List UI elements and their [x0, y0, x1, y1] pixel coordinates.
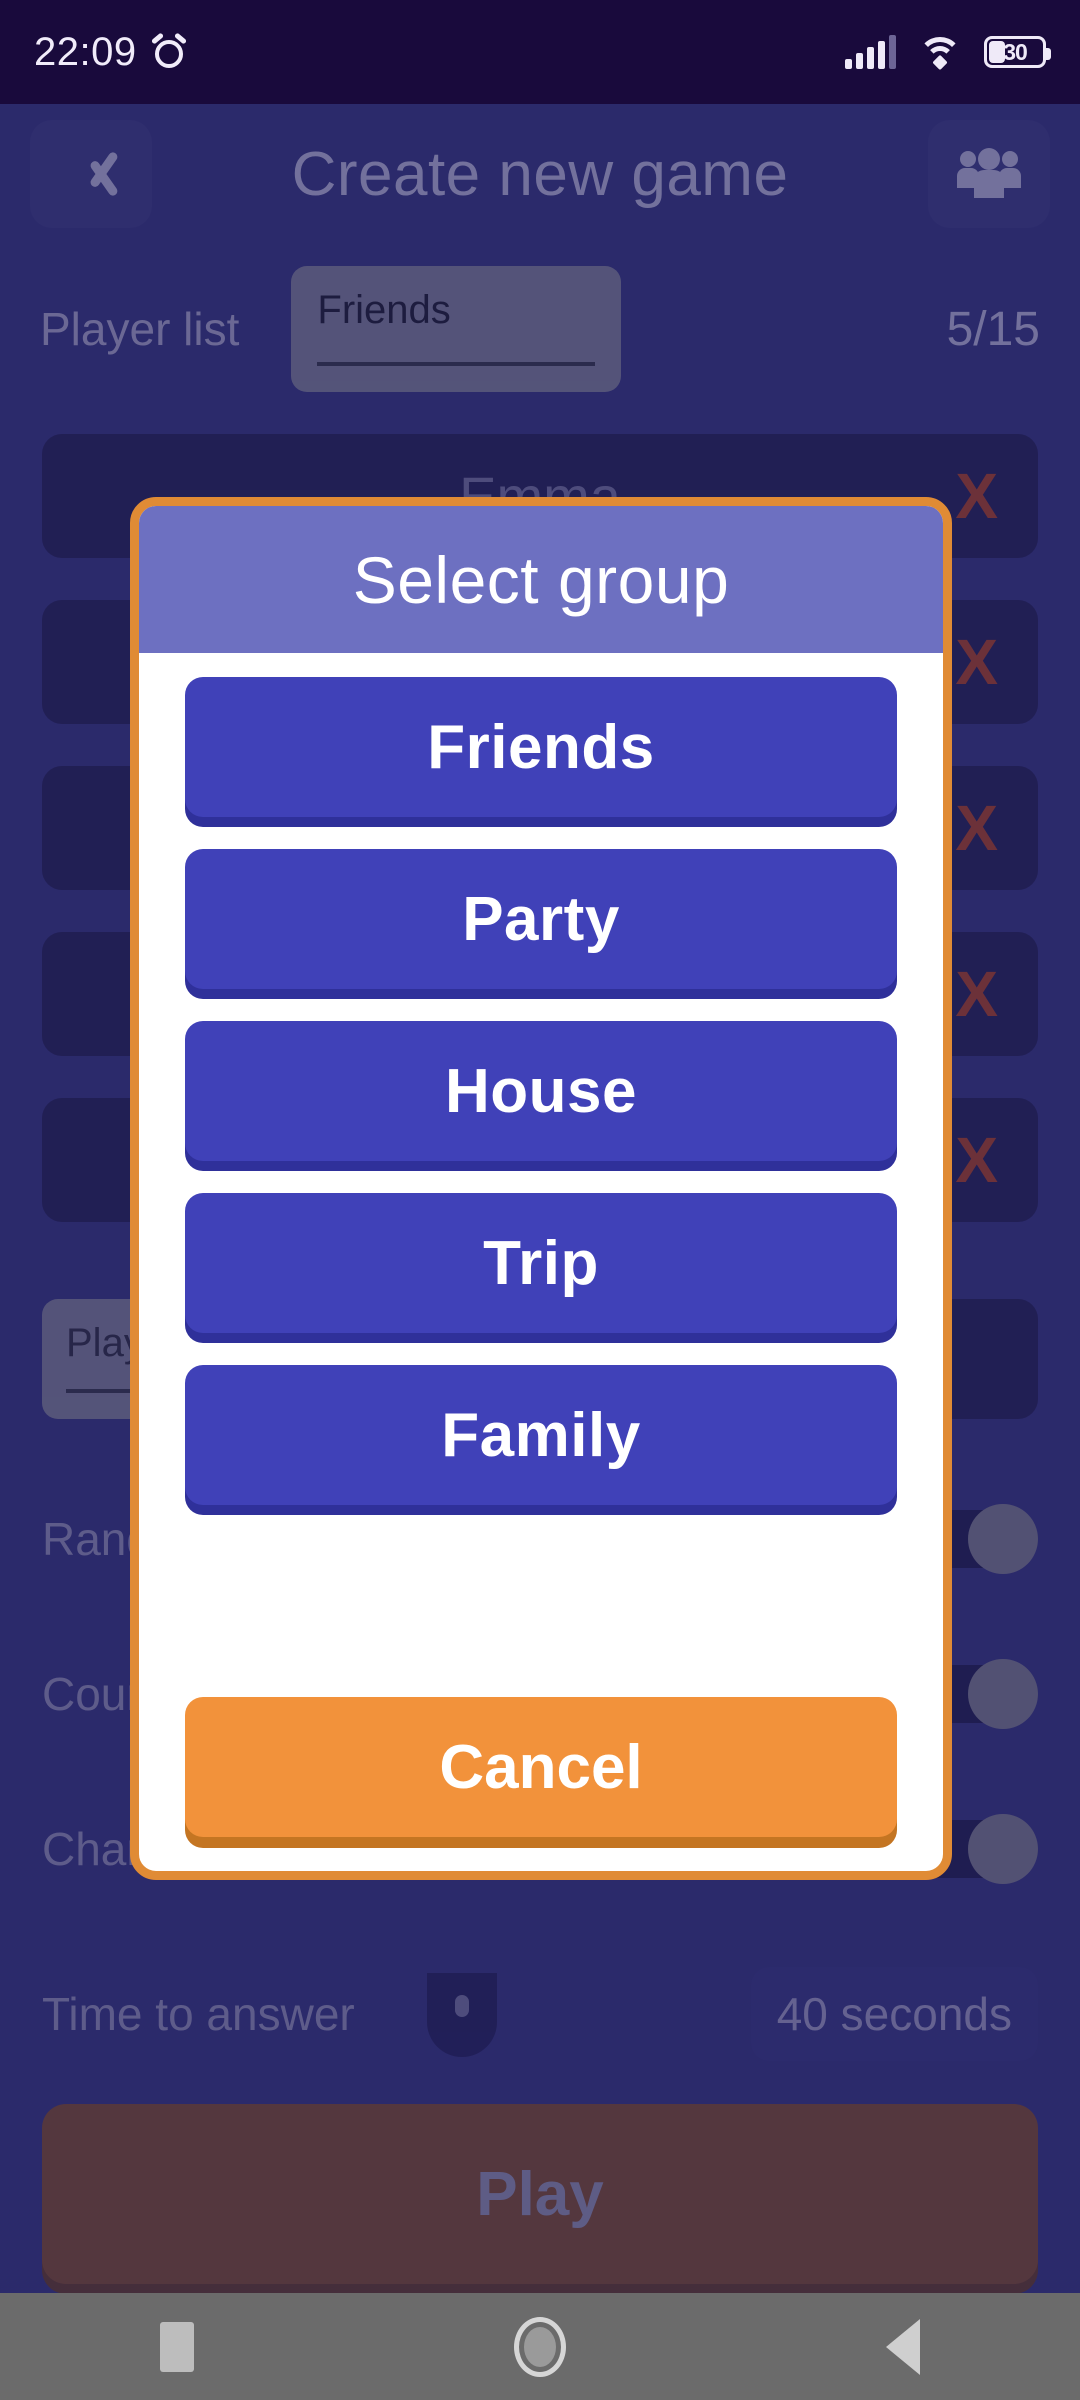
remove-player-button[interactable]: X	[955, 957, 998, 1031]
time-dropdown-indicator	[427, 1973, 497, 2057]
status-bar-clock: 22:09	[34, 29, 137, 74]
dialog-header: Select group	[139, 506, 943, 653]
status-bar-left: 22:09	[34, 30, 187, 75]
battery-level-label: 30	[1003, 38, 1028, 65]
player-list-header: Player list Friends 5/15	[0, 254, 1080, 404]
remove-player-button[interactable]: X	[955, 1123, 998, 1197]
alarm-clock-icon	[150, 32, 187, 70]
dialog-title: Select group	[352, 542, 730, 617]
dialog-footer: Cancel	[139, 1697, 943, 1871]
group-option-family[interactable]: Family	[185, 1365, 897, 1505]
group-option-friends[interactable]: Friends	[185, 677, 897, 817]
system-navigation-bar	[0, 2293, 1080, 2400]
triangle-back-icon[interactable]	[886, 2318, 920, 2375]
dialog-options-list: Friends Party House Trip Family	[139, 653, 943, 1697]
group-option-house[interactable]: House	[185, 1021, 897, 1161]
app-header: Create new game	[0, 104, 1080, 244]
remove-player-button[interactable]: X	[955, 459, 998, 533]
back-button[interactable]	[30, 120, 152, 228]
circle-home-icon[interactable]	[514, 2316, 566, 2377]
play-button[interactable]: Play	[42, 2104, 1038, 2284]
group-select-underline	[317, 362, 596, 366]
wifi-icon	[918, 35, 962, 71]
select-group-dialog: Select group Friends Party House Trip Fa…	[130, 497, 952, 1880]
cancel-button[interactable]: Cancel	[185, 1697, 897, 1837]
battery-icon: 30	[984, 36, 1051, 68]
people-group-icon	[957, 148, 1021, 200]
status-bar: 22:09 30	[0, 0, 1080, 104]
status-bar-right: 30	[845, 35, 1051, 71]
player-count-label: 5/15	[946, 302, 1040, 356]
setting-row-time-to-answer: Time to answer 40 seconds	[42, 1959, 1038, 2069]
player-list-label: Player list	[40, 303, 240, 355]
page-title: Create new game	[291, 139, 789, 209]
remove-player-button[interactable]: X	[955, 791, 998, 865]
cellular-signal-icon	[845, 35, 896, 69]
manage-groups-button[interactable]	[928, 120, 1050, 228]
group-option-party[interactable]: Party	[185, 849, 897, 989]
time-to-answer-value[interactable]: 40 seconds	[750, 1967, 1038, 2061]
group-select-field[interactable]: Friends	[291, 266, 622, 392]
square-recents-icon[interactable]	[160, 2321, 194, 2372]
group-option-trip[interactable]: Trip	[185, 1193, 897, 1333]
setting-label: Time to answer	[42, 1988, 355, 2040]
remove-player-button[interactable]: X	[955, 625, 998, 699]
chevron-left-icon	[74, 144, 108, 204]
group-select-value: Friends	[317, 288, 451, 332]
